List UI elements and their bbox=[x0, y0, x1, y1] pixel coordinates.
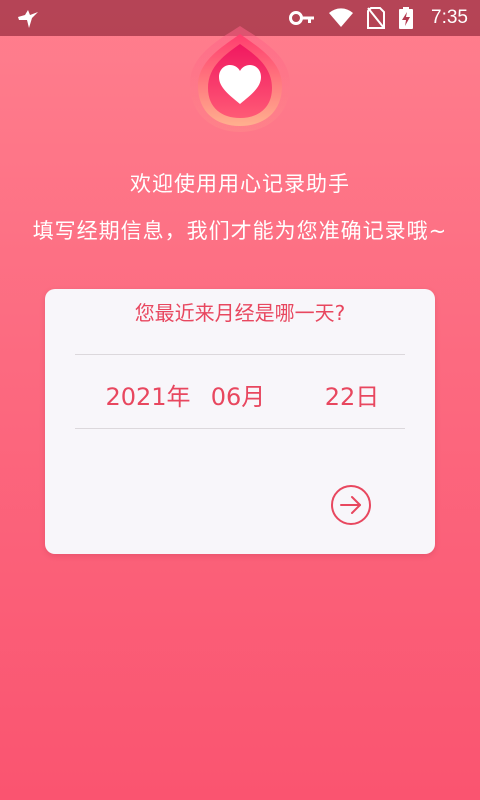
arrow-right-circle-icon bbox=[331, 485, 371, 525]
picker-divider-top bbox=[75, 354, 405, 355]
day-picker[interactable]: 22日 bbox=[307, 377, 397, 412]
no-sim-icon bbox=[367, 7, 386, 29]
key-icon bbox=[289, 11, 315, 25]
wifi-icon bbox=[329, 8, 354, 27]
status-icons: 7:35 bbox=[289, 0, 468, 36]
status-time: 7:35 bbox=[431, 7, 468, 28]
battery-charging-icon bbox=[399, 7, 414, 29]
card-question: 您最近来月经是哪一天? bbox=[134, 301, 346, 325]
welcome-subtitle: 填写经期信息，我们才能为您准确记录哦~ bbox=[32, 219, 448, 243]
welcome-title: 欢迎使用用心记录助手 bbox=[130, 172, 350, 196]
picker-divider-bottom bbox=[75, 428, 405, 429]
next-button[interactable] bbox=[329, 483, 373, 527]
month-picker[interactable]: 06月 bbox=[193, 377, 283, 412]
app-logo bbox=[190, 26, 290, 132]
bird-icon bbox=[18, 10, 38, 28]
date-card: 您最近来月经是哪一天? 2021年 06月 22日 bbox=[45, 289, 435, 554]
